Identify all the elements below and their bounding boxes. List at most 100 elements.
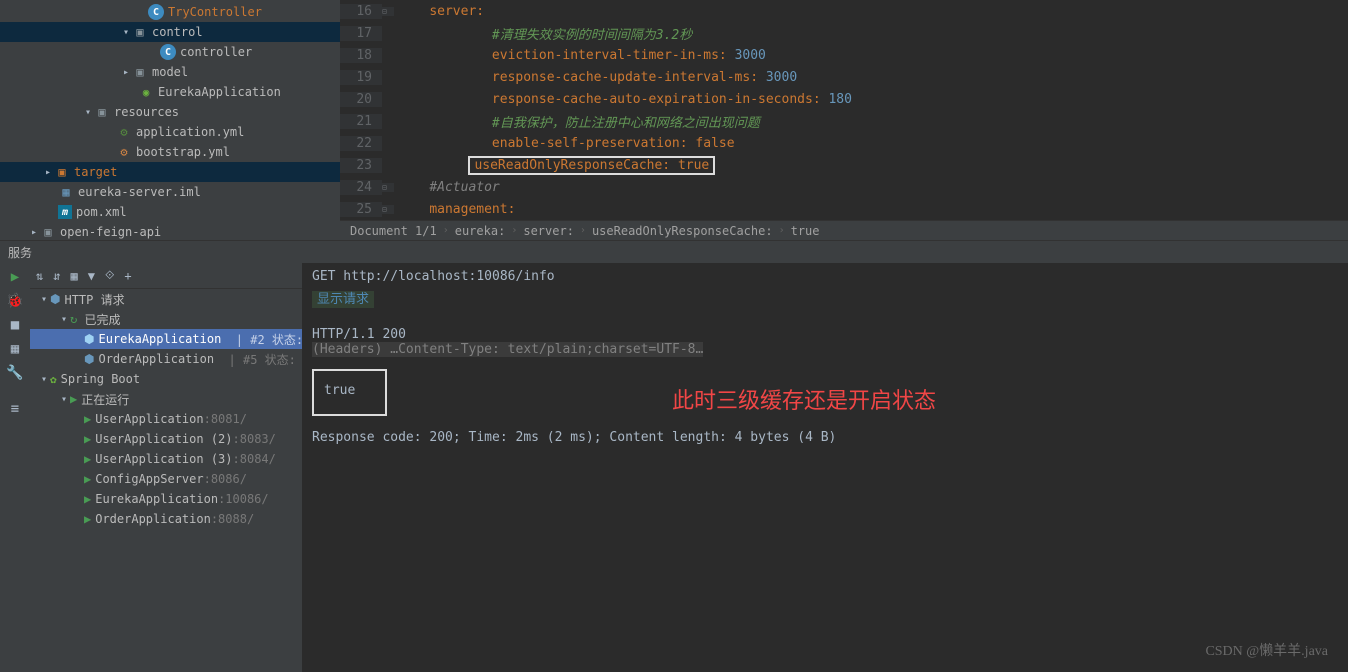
response-footer: Response code: 200; Time: 2ms (2 ms); Co… <box>312 430 1338 445</box>
breadcrumb[interactable]: Document 1/1 › eureka: › server: › useRe… <box>340 220 1348 240</box>
app-port: :8086/ <box>204 472 247 486</box>
stop-button[interactable]: ■ <box>11 317 19 333</box>
services-title[interactable]: 服务 <box>0 241 1348 263</box>
breadcrumb-doc: Document 1/1 <box>350 224 437 238</box>
line-number: 17 <box>340 26 382 41</box>
collapse-icon[interactable]: ⇵ <box>53 269 60 283</box>
tree-label: TryController <box>168 5 262 19</box>
breadcrumb-item[interactable]: server: <box>523 224 574 238</box>
scroll-icon[interactable]: ⟐ <box>105 268 114 283</box>
chevron-right-icon: ▸ <box>120 67 132 78</box>
response-body-box: true <box>312 369 387 416</box>
line-number: 20 <box>340 92 382 107</box>
services-toolstrip: ▶ 🐞 ■ ▦ 🔧 ≡ <box>0 263 30 672</box>
line-number: 23 <box>340 158 382 173</box>
watermark: CSDN @懒羊羊.java <box>1205 640 1328 660</box>
tree-label: open-feign-api <box>60 225 161 239</box>
svc-app-item[interactable]: ▶UserApplication :8081/ <box>30 409 302 429</box>
yaml-key: response-cache-update-interval-ms <box>492 70 750 85</box>
tree-label: eureka-server.iml <box>78 185 201 199</box>
add-button[interactable]: + <box>124 269 131 283</box>
fold-icon[interactable]: ⊟ <box>382 183 394 192</box>
breadcrumb-item[interactable]: true <box>791 224 820 238</box>
services-tree[interactable]: ▾⬢HTTP 请求 ▾↻ 已完成 ⬢EurekaApplication | #2… <box>30 289 302 672</box>
chevron-down-icon: ▾ <box>82 107 94 118</box>
svc-app-item[interactable]: ▶EurekaApplication :10086/ <box>30 489 302 509</box>
yaml-icon: ⚙ <box>116 124 132 140</box>
fold-icon[interactable]: ⊟ <box>382 7 394 16</box>
svc-app-item[interactable]: ▶UserApplication (3) :8084/ <box>30 449 302 469</box>
code-text: server: <box>429 4 484 19</box>
show-request-link[interactable]: 显示请求 <box>312 291 374 308</box>
svc-app-item[interactable]: ▶UserApplication (2) :8083/ <box>30 429 302 449</box>
app-port: :8088/ <box>211 512 254 526</box>
tree-file-pom[interactable]: mpom.xml <box>0 202 340 222</box>
app-name: OrderApplication <box>95 512 211 526</box>
tree-label: target <box>74 165 117 179</box>
project-tree[interactable]: CTryController ▾▣control Ccontroller ▸▣m… <box>0 0 340 240</box>
folder-icon: ▣ <box>54 164 70 180</box>
class-icon: C <box>160 44 176 60</box>
class-icon: C <box>148 4 164 20</box>
services-panel: 服务 ▶ 🐞 ■ ▦ 🔧 ≡ ⇅ ⇵ ▦ ▼ ⟐ + ▾⬢HTTP 请求 ▾↻ … <box>0 240 1348 672</box>
tree-label: model <box>152 65 188 79</box>
wrench-button[interactable]: 🔧 <box>6 365 23 381</box>
svc-group-http[interactable]: ▾⬢HTTP 请求 <box>30 289 302 309</box>
breadcrumb-item[interactable]: eureka: <box>455 224 506 238</box>
code-comment: #Actuator <box>429 180 499 195</box>
svc-item-eureka[interactable]: ⬢EurekaApplication | #2 状态: 2 <box>30 329 302 349</box>
yaml-value: false <box>695 136 734 151</box>
svc-item-order[interactable]: ⬢OrderApplication | #5 状态: 20 <box>30 349 302 369</box>
expand-all-button[interactable]: ≡ <box>11 401 19 417</box>
response-headers[interactable]: (Headers) …Content-Type: text/plain;char… <box>312 342 1338 357</box>
svc-group-running[interactable]: ▾▶正在运行 <box>30 389 302 409</box>
tree-label: application.yml <box>136 125 244 139</box>
tree-dir-target[interactable]: ▸▣target <box>0 162 340 182</box>
yaml-value: 180 <box>828 92 851 107</box>
svc-app-item[interactable]: ▶ ConfigAppServer :8086/ <box>30 469 302 489</box>
tree-dir-control[interactable]: ▾▣control <box>0 22 340 42</box>
app-name: EurekaApplication <box>95 492 218 506</box>
yaml-key: useReadOnlyResponseCache <box>474 158 662 173</box>
tree-file-controller[interactable]: Ccontroller <box>0 42 340 62</box>
highlight-box: useReadOnlyResponseCache: true <box>468 156 715 175</box>
tree-label: pom.xml <box>76 205 127 219</box>
expand-icon[interactable]: ⇅ <box>36 269 43 283</box>
chevron-down-icon: ▾ <box>120 27 132 38</box>
tree-file-trycontroller[interactable]: C TryController <box>0 2 340 22</box>
svc-group-done[interactable]: ▾↻ 已完成 <box>30 309 302 329</box>
line-number: 22 <box>340 136 382 151</box>
run-button[interactable]: ▶ <box>11 269 19 285</box>
code-comment: #清理失效实例的时间间隔为3.2秒 <box>492 28 692 43</box>
play-icon: ▶ <box>84 472 91 486</box>
tree-dir-resources[interactable]: ▾▣ resources <box>0 102 340 122</box>
app-name: UserApplication <box>95 412 203 426</box>
app-name: UserApplication (2) <box>95 432 232 446</box>
svc-group-spring[interactable]: ▾✿Spring Boot <box>30 369 302 389</box>
tree-dir-model[interactable]: ▸▣model <box>0 62 340 82</box>
tree-dir-open-feign-api[interactable]: ▸▣open-feign-api <box>0 222 340 240</box>
chevron-right-icon: › <box>511 225 517 236</box>
fold-icon[interactable]: ⊟ <box>382 205 394 214</box>
settings-button[interactable]: ▦ <box>11 341 19 357</box>
app-port: :8083/ <box>233 432 276 446</box>
svc-app-item[interactable]: ▶OrderApplication :8088/ <box>30 509 302 529</box>
filter-icon[interactable]: ▼ <box>88 269 95 283</box>
yaml-key: eviction-interval-timer-in-ms <box>492 48 719 63</box>
tree-label: resources <box>114 105 179 119</box>
tree-file-iml[interactable]: ▦eureka-server.iml <box>0 182 340 202</box>
services-toolbar: ⇅ ⇵ ▦ ▼ ⟐ + <box>30 263 302 289</box>
breadcrumb-item[interactable]: useReadOnlyResponseCache: <box>592 224 773 238</box>
code-editor[interactable]: 16⊟ server: 17 #清理失效实例的时间间隔为3.2秒 18 evic… <box>340 0 1348 240</box>
yaml-value: 3000 <box>735 48 766 63</box>
tree-file-bootstrap-yml[interactable]: ⚙bootstrap.yml <box>0 142 340 162</box>
response-status: HTTP/1.1 200 <box>312 327 1338 342</box>
tree-file-application-yml[interactable]: ⚙ application.yml <box>0 122 340 142</box>
tree-file-eureka-app[interactable]: ◉EurekaApplication <box>0 82 340 102</box>
app-name: ConfigAppServer <box>95 472 203 486</box>
folder-icon: ▣ <box>94 104 110 120</box>
debug-button[interactable]: 🐞 <box>6 293 23 309</box>
play-icon: ▶ <box>84 412 91 426</box>
yaml-icon: ⚙ <box>116 144 132 160</box>
grid-icon[interactable]: ▦ <box>70 269 77 283</box>
